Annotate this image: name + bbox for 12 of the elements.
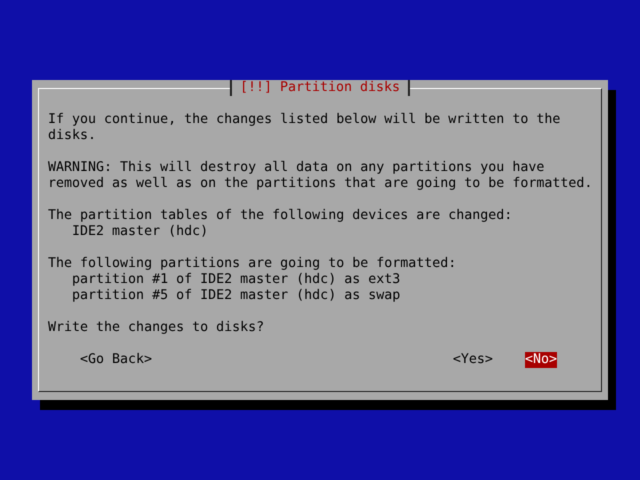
message-text: If you continue, the changes listed below will be written to the disks. <box>48 112 562 144</box>
message-text: The following partitions are going to be formatted: <box>48 256 458 272</box>
dialog-button[interactable]: <Go Back> <box>80 352 152 368</box>
message-text: The partition tables of the following devices are changed: <box>48 208 514 224</box>
dialog-title: [!!] Partition disks <box>230 80 410 96</box>
dialog-button[interactable]: <Yes> <box>452 352 493 368</box>
message-text: WARNING: This will destroy all data on any partitions you have removed as well as on the partitions that are going to be formatted. <box>48 160 594 192</box>
dialog-button[interactable]: <No> <box>524 352 557 368</box>
list-item: partition #5 of IDE2 master (hdc) as swap <box>71 288 402 304</box>
message-text: Write the changes to disks? <box>48 320 266 336</box>
list-item: partition #1 of IDE2 master (hdc) as ext3 <box>71 272 402 288</box>
list-item: IDE2 master (hdc) <box>71 224 210 240</box>
